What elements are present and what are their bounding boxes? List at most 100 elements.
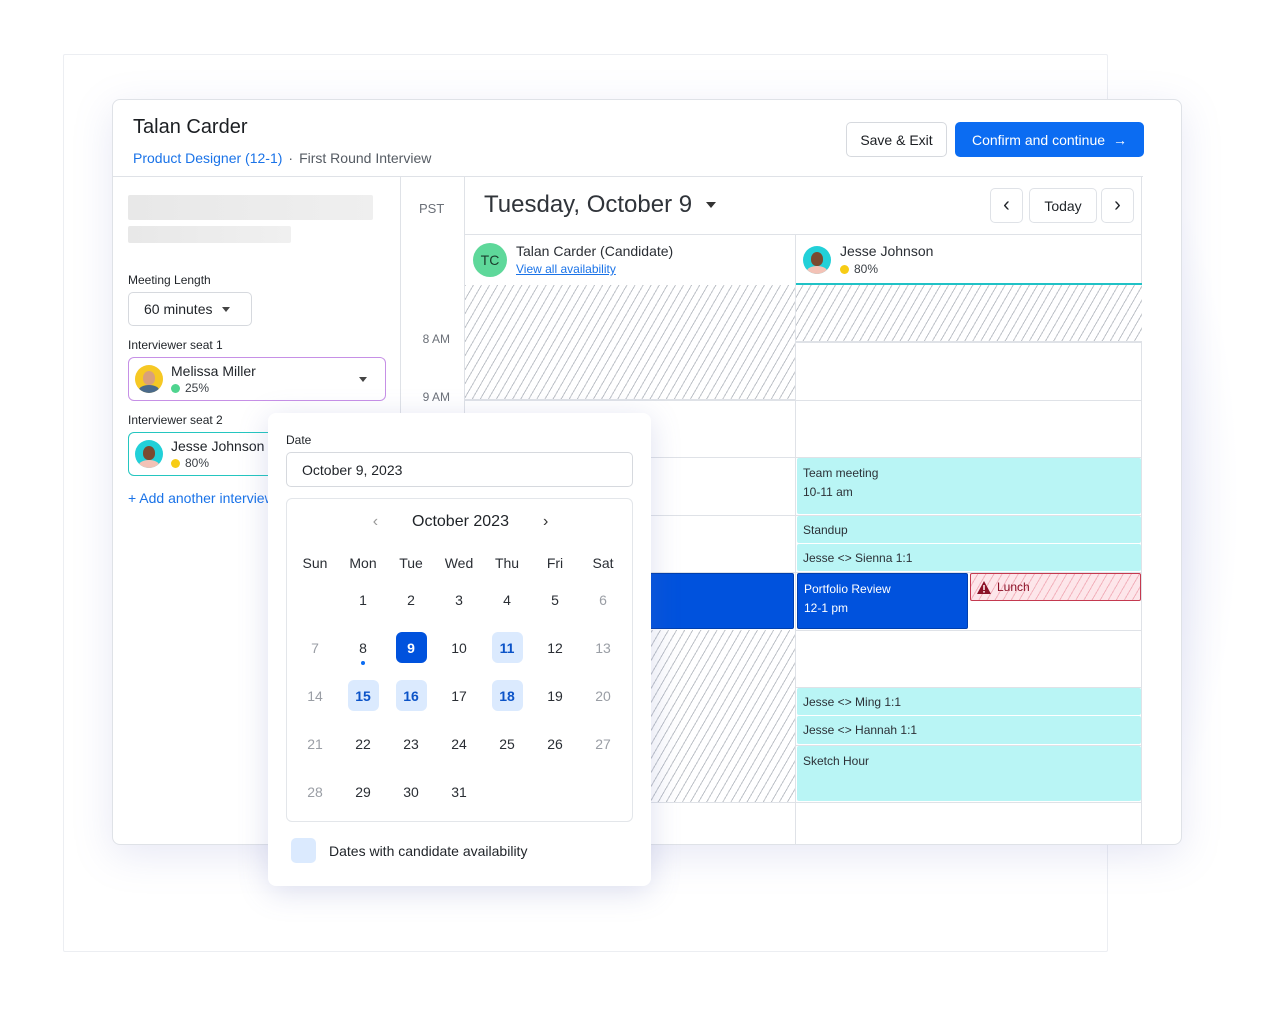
calendar-day[interactable]: 1 (348, 584, 379, 615)
event-block[interactable]: Jesse <> Hannah 1:1 (797, 716, 1141, 744)
calendar-day[interactable]: 14 (300, 680, 331, 711)
today-button[interactable]: Today (1029, 188, 1097, 223)
weekday-header: Sat (592, 555, 614, 571)
calendar-day[interactable]: 30 (396, 776, 427, 807)
save-exit-button[interactable]: Save & Exit (846, 122, 947, 157)
calendar-day[interactable]: 3 (444, 584, 475, 615)
job-link[interactable]: Product Designer (12-1) (133, 150, 282, 166)
availability-legend-swatch (291, 838, 316, 863)
calendar-day[interactable]: 17 (444, 680, 475, 711)
date-title: Tuesday, October 9 (484, 191, 693, 218)
interviewer-column-name: Jesse Johnson (840, 243, 934, 259)
calendar-day[interactable]: 22 (348, 728, 379, 759)
calendar-day[interactable]: 10 (444, 632, 475, 663)
calendar-day[interactable]: 29 (348, 776, 379, 807)
meeting-length-label: Meeting Length (128, 273, 211, 287)
calendar-day[interactable]: 9 (395, 632, 427, 663)
calendar-day[interactable]: 8 (348, 632, 379, 663)
calendar-day[interactable]: 13 (588, 632, 619, 663)
avatar-face (811, 251, 823, 266)
calendar-day[interactable]: 2 (396, 584, 427, 615)
calendar-day[interactable]: 5 (540, 584, 571, 615)
calendar-day[interactable]: 18 (491, 680, 523, 711)
event-title: Portfolio Review (804, 582, 891, 596)
column-divider (795, 234, 796, 844)
time-label: 9 AM (422, 390, 450, 404)
event-time: 10-11 am (803, 485, 853, 500)
interviewer-seat-1-select[interactable]: Melissa Miller 25% (128, 357, 386, 401)
calendar-day[interactable]: 28 (300, 776, 331, 807)
event-block[interactable]: Sketch Hour (797, 746, 1141, 801)
breadcrumb: Product Designer (12-1) · First Round In… (133, 150, 431, 166)
separator: · (288, 150, 294, 166)
calendar-day[interactable]: 7 (300, 632, 331, 663)
calendar-day[interactable]: 16 (395, 680, 427, 711)
calendar-day[interactable]: 27 (588, 728, 619, 759)
avatar-body (139, 460, 159, 468)
event-time: 12-1 pm (804, 601, 849, 616)
hour-line (465, 400, 1142, 401)
month-nav: ‹ October 2023 › (287, 513, 634, 531)
event-title: Jesse <> Hannah 1:1 (803, 723, 918, 737)
event-block[interactable]: Jesse <> Ming 1:1 (797, 688, 1141, 715)
confirm-continue-button[interactable]: Confirm and continue → (955, 122, 1144, 157)
event-title: Lunch (997, 580, 1030, 594)
chevron-right-icon: › (1114, 194, 1121, 216)
date-label: Date (286, 433, 312, 447)
seat-name: Jesse Johnson (171, 438, 265, 454)
interview-stage: First Round Interview (299, 150, 432, 166)
event-title: Jesse <> Ming 1:1 (803, 695, 902, 709)
event-title: Team meeting (803, 466, 879, 480)
next-day-button[interactable]: › (1101, 188, 1134, 223)
date-input[interactable]: October 9, 2023 (286, 452, 633, 487)
event-block[interactable]: Jesse <> Sienna 1:1 (797, 544, 1141, 571)
weekday-header: Wed (444, 555, 474, 571)
seat-load: 80% (185, 456, 210, 470)
today-indicator-icon (361, 661, 365, 665)
weekday-header: Sun (302, 555, 328, 571)
chevron-left-icon[interactable]: ‹ (373, 513, 378, 531)
view-availability-link[interactable]: View all availability (516, 262, 673, 276)
avatar-face (143, 446, 155, 460)
weekday-header: Tue (399, 555, 423, 571)
avatar (135, 440, 163, 468)
avatar (803, 245, 831, 274)
add-interviewer-link[interactable]: + Add another interviewer (128, 490, 287, 506)
month-calendar: ‹ October 2023 › Sun Mon Tue Wed Thu Fri Sat 1 2… (286, 498, 633, 822)
seat-1-label: Interviewer seat 1 (128, 338, 223, 352)
calendar-day[interactable]: 11 (491, 632, 523, 663)
meeting-length-select[interactable]: 60 minutes (128, 292, 252, 326)
calendar-day[interactable]: 4 (492, 584, 523, 615)
date-selector[interactable]: Tuesday, October 9 (484, 191, 717, 219)
calendar-day[interactable]: 24 (444, 728, 475, 759)
calendar-day[interactable]: 20 (588, 680, 619, 711)
weekday-header: Fri (546, 555, 564, 571)
prev-day-button[interactable]: ‹ (990, 188, 1023, 223)
event-block[interactable]: Team meeting 10-11 am (797, 458, 1141, 514)
conflict-event-block[interactable]: Lunch (970, 573, 1141, 601)
status-dot-icon (171, 458, 180, 468)
calendar-day[interactable]: 12 (540, 632, 571, 663)
month-title: October 2023 (412, 513, 509, 530)
calendar-day[interactable]: 26 (540, 728, 571, 759)
caret-down-icon (359, 377, 367, 382)
calendar-day[interactable]: 6 (588, 584, 619, 615)
weekday-header: Thu (494, 555, 520, 571)
status-dot-icon (840, 264, 849, 274)
unavailable-block (796, 285, 1142, 342)
calendar-day[interactable]: 15 (347, 680, 379, 711)
calendar-day[interactable]: 19 (540, 680, 571, 711)
chevron-right-icon[interactable]: › (543, 513, 548, 531)
calendar-day[interactable]: 25 (492, 728, 523, 759)
event-block[interactable]: Standup (797, 516, 1141, 543)
calendar-day[interactable]: 21 (300, 728, 331, 759)
interviewer-column-header: Jesse Johnson 80% (803, 235, 933, 284)
unavailable-block (465, 285, 795, 400)
calendar-day[interactable]: 31 (444, 776, 475, 807)
event-block[interactable]: Portfolio Review 12-1 pm (797, 573, 968, 629)
timezone-label: PST (419, 201, 445, 216)
candidate-name: Talan Carder (133, 116, 248, 138)
calendar-day[interactable]: 23 (396, 728, 427, 759)
seat-load: 25% (185, 381, 210, 395)
date-picker-popover: Date October 9, 2023 ‹ October 2023 › Su… (268, 413, 651, 886)
